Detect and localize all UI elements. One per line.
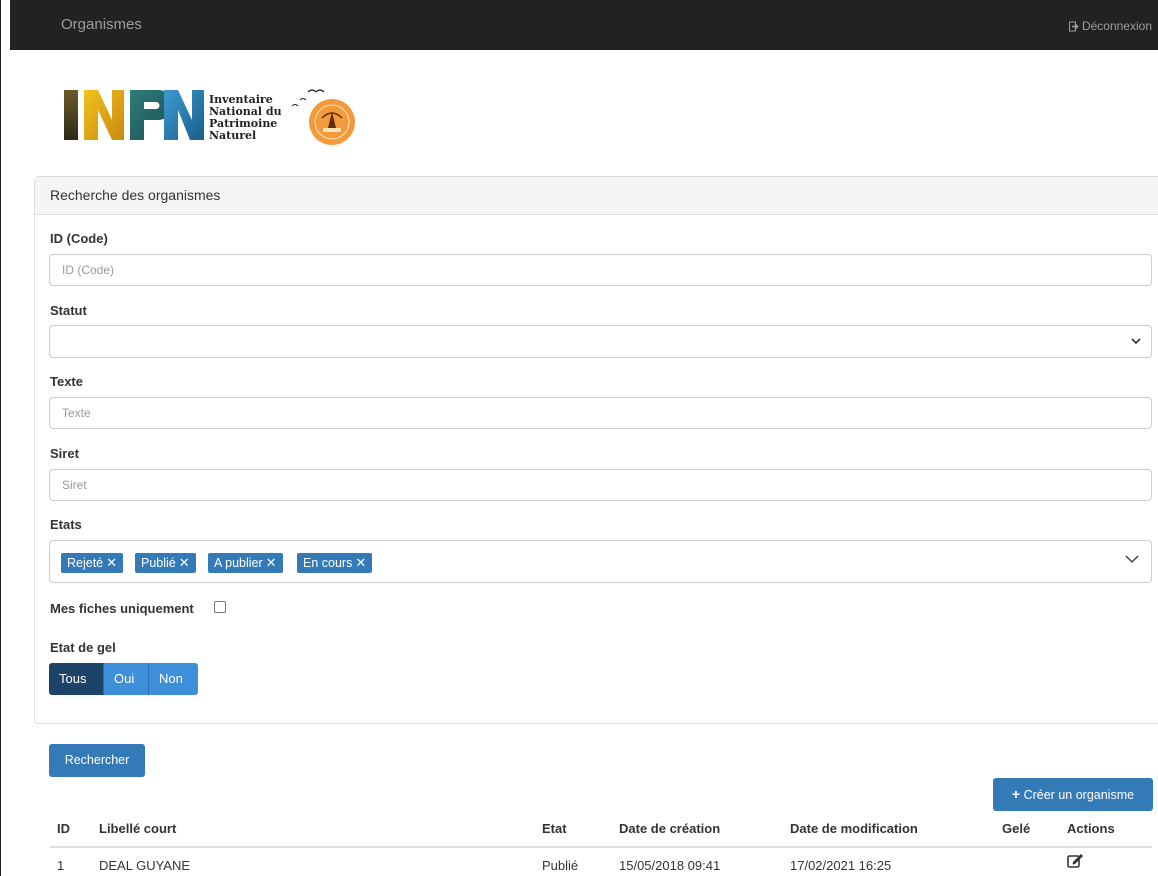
- seal-icon: [291, 89, 355, 145]
- siret-input[interactable]: [49, 469, 1152, 501]
- etat-tag-label: Rejeté: [67, 556, 104, 570]
- etats-label: Etats: [50, 517, 82, 532]
- create-organisme-label: Créer un organisme: [1023, 788, 1135, 802]
- etat-tag-publie[interactable]: Publié ✕: [135, 553, 196, 573]
- close-icon[interactable]: ✕: [179, 555, 190, 570]
- etat-tag-label: A publier: [214, 556, 263, 570]
- etat-tag-label: En cours: [303, 556, 353, 570]
- cell-date-creation: 15/05/2018 09:41: [619, 858, 721, 873]
- close-icon[interactable]: ✕: [266, 555, 277, 570]
- cell-date-modification: 17/02/2021 16:25: [790, 858, 892, 873]
- column-header-gele[interactable]: Gelé: [1002, 821, 1030, 836]
- gel-toggle-group: Tous Oui Non: [49, 663, 198, 695]
- id-label: ID (Code): [50, 231, 108, 246]
- etat-tag-label: Publié: [141, 556, 176, 570]
- column-header-etat[interactable]: Etat: [542, 821, 567, 836]
- column-header-date-creation[interactable]: Date de création: [619, 821, 720, 836]
- siret-label: Siret: [50, 446, 79, 461]
- mes-fiches-checkbox[interactable]: [214, 601, 226, 613]
- edit-icon[interactable]: [1067, 853, 1084, 868]
- chevron-down-icon[interactable]: [1125, 555, 1139, 564]
- window-left-edge: [0, 0, 1, 876]
- etats-multiselect[interactable]: Rejeté ✕ Publié ✕ A publier ✕ En cours ✕: [49, 540, 1152, 583]
- id-input[interactable]: [49, 254, 1152, 286]
- column-header-id[interactable]: ID: [57, 821, 70, 836]
- cell-libelle: DEAL GUYANE: [99, 858, 191, 873]
- etat-tag-en-cours[interactable]: En cours ✕: [297, 553, 373, 573]
- etat-tag-rejete[interactable]: Rejeté ✕: [61, 553, 124, 573]
- logout-link[interactable]: Déconnexion: [1068, 19, 1152, 33]
- gel-option-tous[interactable]: Tous: [49, 663, 103, 695]
- cell-id: 1: [57, 858, 65, 873]
- table-header-divider: [50, 846, 1152, 848]
- gel-option-non[interactable]: Non: [148, 663, 198, 695]
- logout-icon: [1068, 21, 1079, 31]
- column-header-date-modification[interactable]: Date de modification: [790, 821, 918, 836]
- panel-heading: Recherche des organismes: [35, 177, 1158, 215]
- navbar-title[interactable]: Organismes: [61, 16, 142, 33]
- close-icon[interactable]: ✕: [355, 555, 366, 570]
- column-header-actions: Actions: [1067, 821, 1115, 836]
- close-icon[interactable]: ✕: [106, 555, 117, 570]
- logout-label: Déconnexion: [1081, 19, 1152, 33]
- texte-input[interactable]: [49, 397, 1152, 429]
- create-organisme-button[interactable]: + Créer un organisme: [993, 778, 1153, 811]
- statut-label: Statut: [50, 303, 87, 318]
- top-navbar: Organismes Déconnexion: [10, 0, 1158, 50]
- mes-fiches-label: Mes fiches uniquement: [50, 601, 194, 616]
- inpn-logo: Inventaire National du Patrimoine Nature…: [60, 76, 360, 152]
- etat-tag-a-publier[interactable]: A publier ✕: [208, 553, 283, 573]
- chevron-down-icon: [1131, 338, 1141, 345]
- rechercher-button[interactable]: Rechercher: [49, 744, 145, 777]
- plus-icon: +: [1011, 786, 1021, 802]
- logo-line-4: Naturel: [209, 129, 256, 142]
- gel-option-oui[interactable]: Oui: [103, 663, 148, 695]
- texte-label: Texte: [50, 374, 83, 389]
- statut-select[interactable]: [49, 325, 1152, 358]
- column-header-libelle[interactable]: Libellé court: [99, 821, 176, 836]
- svg-text:Naturel: Naturel: [209, 129, 256, 142]
- gel-label: Etat de gel: [50, 640, 116, 655]
- cell-etat: Publié: [542, 858, 579, 873]
